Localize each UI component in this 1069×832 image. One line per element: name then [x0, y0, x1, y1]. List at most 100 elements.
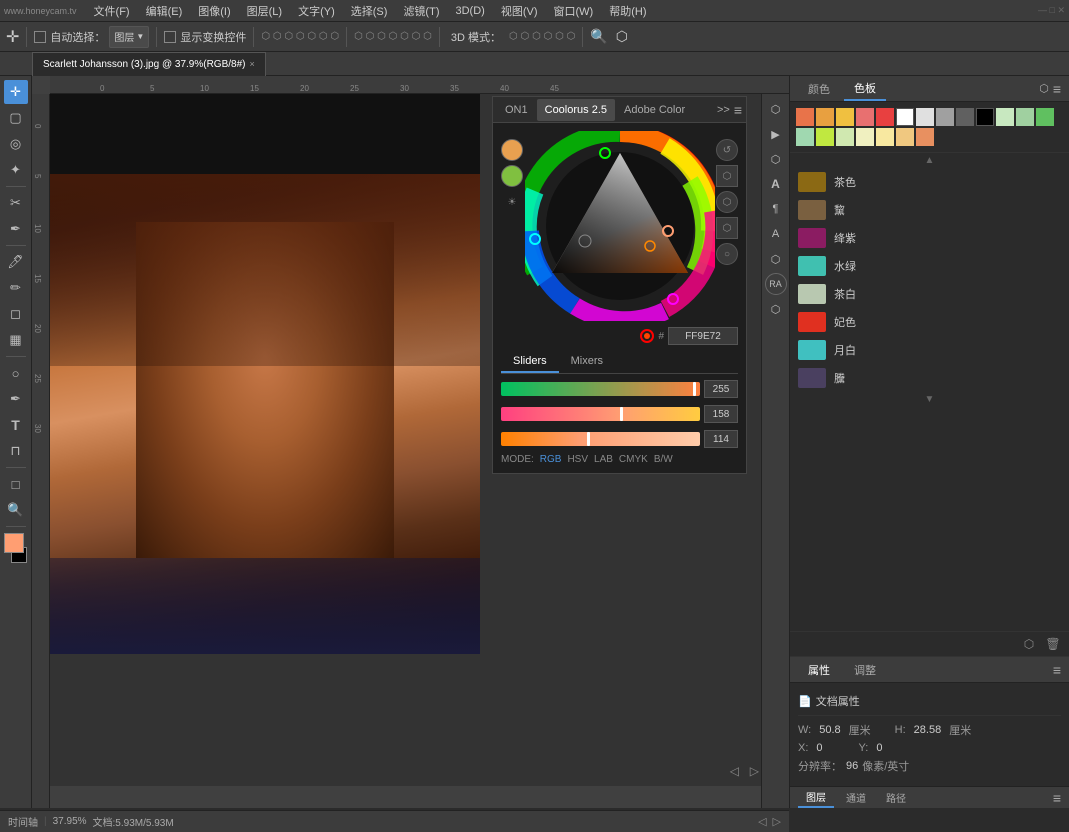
mode-bw[interactable]: B/W	[654, 454, 673, 465]
crt-btn-2[interactable]: ▶	[765, 123, 787, 145]
tab-channels[interactable]: 通道	[838, 788, 874, 807]
scroll-left-btn[interactable]: ◁	[758, 815, 766, 828]
crt-btn-5[interactable]: ¶	[765, 198, 787, 220]
color-list-item-0[interactable]: 茶色	[790, 168, 1069, 196]
tool-pen[interactable]: ✒	[4, 387, 28, 411]
color-list-item-2[interactable]: 绛紫	[790, 224, 1069, 252]
tab-paths[interactable]: 路径	[878, 788, 914, 807]
crt-btn-text[interactable]: A	[765, 173, 787, 195]
workspace-icon[interactable]: ⬡	[616, 28, 628, 45]
search-icon[interactable]: 🔍	[590, 28, 607, 45]
color-list-scroll-up[interactable]: ▲	[790, 153, 1069, 168]
menu-item-filter[interactable]: 滤镜(T)	[396, 1, 446, 21]
swatch-7[interactable]	[936, 108, 954, 126]
tool-zoom[interactable]: 🔍	[4, 498, 28, 522]
mode-cmyk[interactable]: CMYK	[619, 454, 648, 465]
complement-icon[interactable]	[501, 139, 523, 161]
menu-item-edit[interactable]: 编辑(E)	[139, 1, 190, 21]
props-menu[interactable]: ≡	[1053, 662, 1061, 678]
color-list-item-3[interactable]: 水绿	[790, 252, 1069, 280]
crt-btn-7[interactable]: ⬡	[765, 248, 787, 270]
swatch-1[interactable]	[816, 108, 834, 126]
tab-layers[interactable]: 图层	[798, 787, 834, 808]
ctrl-icon-4[interactable]: ⬡	[716, 217, 738, 239]
tool-select-rect[interactable]: ▢	[4, 106, 28, 130]
tool-lasso[interactable]: ◎	[4, 132, 28, 156]
tool-shape[interactable]: □	[4, 472, 28, 496]
props-tab-adjust[interactable]: 调整	[844, 659, 886, 681]
hex-input[interactable]	[668, 327, 738, 345]
ctrl-icon-2[interactable]: ⬡	[716, 165, 738, 187]
swatch-15[interactable]	[836, 128, 854, 146]
swatch-2[interactable]	[836, 108, 854, 126]
right-panel-menu[interactable]: ≡	[1053, 81, 1061, 97]
crt-btn-6[interactable]: A	[765, 223, 787, 245]
tool-brush[interactable]: 🖊	[4, 250, 28, 274]
slider-1-track[interactable]	[501, 382, 700, 396]
swatch-9[interactable]	[976, 108, 994, 126]
tool-eraser[interactable]: ◻	[4, 302, 28, 326]
swatch-18[interactable]	[896, 128, 914, 146]
tab-mixers[interactable]: Mixers	[559, 351, 615, 373]
menu-item-file[interactable]: 文件(F)	[87, 1, 137, 21]
color-list-item-6[interactable]: 月白	[790, 336, 1069, 364]
crt-btn-ra[interactable]: RA	[765, 273, 787, 295]
swatch-6[interactable]	[916, 108, 934, 126]
swatch-10[interactable]	[996, 108, 1014, 126]
menu-item-window[interactable]: 窗口(W)	[547, 1, 601, 21]
menu-item-3d[interactable]: 3D(D)	[448, 3, 491, 19]
right-panel-expand[interactable]: ⬡	[1039, 82, 1049, 95]
ctrl-icon-1[interactable]: ↺	[716, 139, 738, 161]
menu-item-view[interactable]: 视图(V)	[494, 1, 545, 21]
slider-3-track[interactable]	[501, 432, 700, 446]
mode-rgb[interactable]: RGB	[540, 454, 562, 465]
auto-select-checkbox[interactable]	[34, 31, 46, 43]
mode-hsv[interactable]: HSV	[567, 454, 588, 465]
swatch-19[interactable]	[916, 128, 934, 146]
color-list-item-5[interactable]: 妃色	[790, 308, 1069, 336]
canvas-scroll-right[interactable]: ▷	[750, 764, 759, 778]
swatch-16[interactable]	[856, 128, 874, 146]
mode-lab[interactable]: LAB	[594, 454, 613, 465]
document-tab[interactable]: Scarlett Johansson (3).jpg @ 37.9%(RGB/8…	[32, 52, 266, 76]
slider-2-track[interactable]	[501, 407, 700, 421]
color-wheel[interactable]	[525, 131, 715, 321]
menu-item-help[interactable]: 帮助(H)	[602, 1, 653, 21]
swatch-5[interactable]	[896, 108, 914, 126]
plugin-tab-more[interactable]: >> ≡	[717, 102, 742, 118]
bottom-panel-menu[interactable]: ≡	[1053, 790, 1061, 806]
brightness-icon[interactable]: ☀	[508, 197, 517, 208]
menu-item-select[interactable]: 选择(S)	[344, 1, 395, 21]
tool-dodge[interactable]: ○	[4, 361, 28, 385]
tool-magic-wand[interactable]: ✦	[4, 158, 28, 182]
tool-path[interactable]: ⊓	[4, 439, 28, 463]
tool-eyedropper[interactable]: ✒	[4, 217, 28, 241]
swatch-8[interactable]	[956, 108, 974, 126]
color-list-item-1[interactable]: 黧	[790, 196, 1069, 224]
menu-item-layer[interactable]: 图层(L)	[240, 1, 289, 21]
swatch-14[interactable]	[816, 128, 834, 146]
crt-btn-3[interactable]: ⬡	[765, 148, 787, 170]
layer-dropdown[interactable]: 图层 ▼	[109, 26, 149, 48]
plugin-tab-on1[interactable]: ON1	[497, 99, 536, 121]
copy-swatch-btn[interactable]: ⬡	[1019, 634, 1039, 654]
swatch-13[interactable]	[796, 128, 814, 146]
tool-move[interactable]: ✛	[4, 80, 28, 104]
crt-btn-9[interactable]: ⬡	[765, 298, 787, 320]
plugin-tab-adobe-color[interactable]: Adobe Color	[616, 99, 693, 121]
ctrl-icon-3[interactable]: ⬡	[716, 191, 738, 213]
delete-swatch-btn[interactable]: 🗑	[1043, 634, 1063, 654]
tool-gradient[interactable]: ▦	[4, 328, 28, 352]
canvas-scroll-left[interactable]: ◁	[730, 764, 739, 778]
tab-sliders[interactable]: Sliders	[501, 351, 559, 373]
props-tab-properties[interactable]: 属性	[798, 659, 840, 681]
color-list-item-4[interactable]: 茶白	[790, 280, 1069, 308]
tool-crop[interactable]: ✂	[4, 191, 28, 215]
swatch-4[interactable]	[876, 108, 894, 126]
tool-stamp[interactable]: ✏	[4, 276, 28, 300]
color-list-scroll-down[interactable]: ▼	[790, 392, 1069, 407]
swatch-12[interactable]	[1036, 108, 1054, 126]
swatch-0[interactable]	[796, 108, 814, 126]
swatch-3[interactable]	[856, 108, 874, 126]
show-transform-checkbox[interactable]	[164, 31, 176, 43]
